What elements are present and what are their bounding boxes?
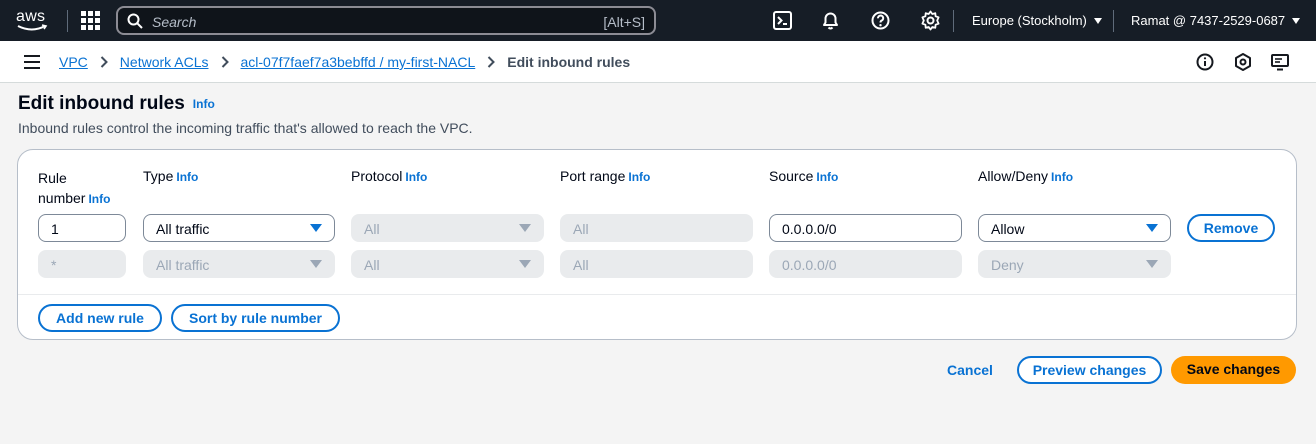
info-link[interactable]: Info: [88, 192, 110, 206]
hexagon-icon[interactable]: [1233, 52, 1253, 72]
header-type: Type Info: [143, 168, 198, 184]
type-select-value: All traffic: [156, 221, 210, 237]
caret-down-icon: [310, 260, 322, 268]
info-link[interactable]: Info: [176, 170, 198, 184]
cancel-button[interactable]: Cancel: [947, 362, 993, 378]
caret-down-icon: [1146, 260, 1158, 268]
type-select-value: All traffic: [156, 257, 210, 273]
sort-by-rule-number-button[interactable]: Sort by rule number: [171, 304, 340, 332]
bell-icon[interactable]: [820, 10, 841, 31]
header-type-label: Type: [143, 168, 174, 184]
header-protocol-label: Protocol: [351, 168, 403, 184]
caret-down-icon: [1093, 18, 1102, 24]
caret-down-icon: [519, 224, 531, 232]
aws-logo[interactable]: aws: [16, 8, 50, 34]
breadcrumb-network-acls[interactable]: Network ACLs: [120, 54, 209, 70]
search-placeholder: Search: [152, 14, 197, 30]
header-rule-number: Rule number Info: [38, 168, 110, 209]
allow-deny-select[interactable]: Allow: [978, 214, 1171, 242]
caret-down-icon: [1292, 18, 1301, 24]
header-rule-number-line1: Rule: [38, 170, 67, 186]
type-select[interactable]: All traffic: [143, 214, 335, 242]
remove-button[interactable]: Remove: [1187, 214, 1275, 242]
grid-icon[interactable]: [81, 11, 100, 30]
rules-container: Rule number Info Type Info Protocol Info Po…: [17, 149, 1297, 340]
help-icon[interactable]: [870, 10, 891, 31]
header-allow-deny-label: Allow/Deny: [978, 168, 1049, 184]
save-changes-button[interactable]: Save changes: [1171, 356, 1296, 384]
page-description: Inbound rules control the incoming traff…: [18, 120, 473, 136]
monitor-icon[interactable]: [1270, 52, 1290, 72]
preview-changes-button[interactable]: Preview changes: [1017, 356, 1162, 384]
account-label: Ramat @ 7437-2529-0687: [1131, 13, 1286, 28]
add-new-rule-button[interactable]: Add new rule: [38, 304, 162, 332]
cloudshell-icon[interactable]: [772, 10, 793, 31]
nav-divider: [953, 10, 954, 32]
protocol-select-value: All: [364, 257, 380, 273]
chevron-right-icon: [221, 56, 229, 68]
header-source-label: Source: [769, 168, 814, 184]
breadcrumb-bar: VPC Network ACLs acl-07f7faef7a3bebffd /…: [0, 41, 1316, 83]
caret-down-icon: [310, 224, 322, 232]
port-range-input: All: [560, 250, 753, 278]
caret-down-icon: [519, 260, 531, 268]
region-selector[interactable]: Europe (Stockholm): [972, 13, 1102, 28]
allow-deny-select: Deny: [978, 250, 1171, 278]
protocol-select: All: [351, 250, 544, 278]
account-menu[interactable]: Ramat @ 7437-2529-0687: [1131, 13, 1301, 28]
breadcrumb-acl[interactable]: acl-07f7faef7a3bebffd / my-first-NACL: [241, 54, 476, 70]
page-title-text: Edit inbound rules: [18, 93, 185, 114]
chevron-right-icon: [487, 56, 496, 68]
protocol-select-value: All: [364, 221, 380, 237]
top-navigation: aws Search [Alt+S] Europe (Stockholm) Ra…: [0, 0, 1316, 41]
gear-icon[interactable]: [920, 10, 941, 31]
header-source: Source Info: [769, 168, 838, 184]
allow-deny-select-value: Allow: [991, 221, 1025, 237]
header-rule-number-line2: number: [38, 190, 86, 206]
type-select: All traffic: [143, 250, 335, 278]
region-label: Europe (Stockholm): [972, 13, 1087, 28]
header-port-range-label: Port range: [560, 168, 626, 184]
info-link[interactable]: Info: [628, 170, 650, 184]
search-input[interactable]: Search [Alt+S]: [116, 6, 656, 35]
rule-number-input[interactable]: 1: [38, 214, 126, 242]
port-range-input: All: [560, 214, 753, 242]
header-allow-deny: Allow/Deny Info: [978, 168, 1073, 184]
breadcrumb-vpc[interactable]: VPC: [59, 54, 88, 70]
allow-deny-select-value: Deny: [991, 257, 1024, 273]
menu-icon[interactable]: [24, 55, 40, 69]
search-shortcut: [Alt+S]: [603, 14, 645, 30]
protocol-select: All: [351, 214, 544, 242]
container-divider: [18, 294, 1296, 295]
header-port-range: Port range Info: [560, 168, 650, 184]
caret-down-icon: [1146, 224, 1158, 232]
smile-icon: [17, 24, 48, 31]
breadcrumb-current: Edit inbound rules: [507, 54, 631, 70]
chevron-right-icon: [100, 56, 108, 68]
source-input: 0.0.0.0/0: [769, 250, 962, 278]
info-icon[interactable]: [1195, 52, 1215, 72]
page-title: Edit inbound rules Info: [18, 93, 215, 115]
info-link[interactable]: Info: [1051, 170, 1073, 184]
source-input[interactable]: 0.0.0.0/0: [769, 214, 962, 242]
search-icon: [127, 13, 143, 29]
nav-divider: [67, 10, 68, 32]
info-link[interactable]: Info: [193, 97, 215, 111]
nav-divider: [1113, 10, 1114, 32]
info-link[interactable]: Info: [405, 170, 427, 184]
info-link[interactable]: Info: [816, 170, 838, 184]
breadcrumb: VPC Network ACLs acl-07f7faef7a3bebffd /…: [59, 54, 630, 70]
header-protocol: Protocol Info: [351, 168, 427, 184]
rule-number-input: *: [38, 250, 126, 278]
